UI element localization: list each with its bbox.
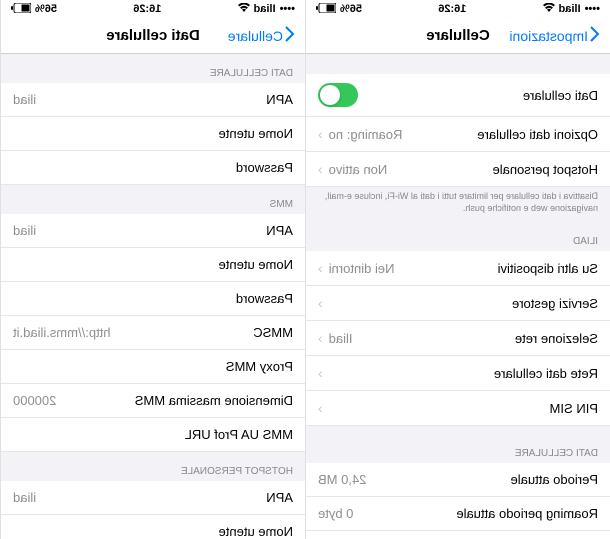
row-label: Periodo attuale <box>511 472 598 487</box>
section-header-dati: DATI CELLULARE <box>306 426 610 463</box>
row-roaming-periodo: Roaming periodo attuale 0 byte <box>306 497 610 531</box>
clock: 16:26 <box>133 3 161 15</box>
row-value: Roaming: no <box>329 127 403 142</box>
section-header-mms: MMS <box>1 185 305 214</box>
chevron-right-icon: › <box>318 126 323 142</box>
chevron-left-icon <box>285 26 295 45</box>
row-label: Hotspot personale <box>492 162 598 177</box>
nav-bar: Impostazioni Cellulare <box>306 18 610 54</box>
chevron-right-icon: › <box>318 295 323 311</box>
row-label: Dati cellulare <box>523 88 598 103</box>
row-mms-ua[interactable]: MMS UA Prof URL <box>1 418 305 452</box>
chevron-right-icon: › <box>318 161 323 177</box>
row-value: Iliad <box>329 331 353 346</box>
signal-icon: •••• <box>280 3 295 15</box>
row-label: MMS UA Prof URL <box>185 427 293 442</box>
chevron-right-icon: › <box>318 260 323 276</box>
carrier-label: Iliad <box>559 3 581 15</box>
row-label: Nome utente <box>219 524 293 539</box>
row-selezione-rete[interactable]: Selezione rete Iliad › <box>306 321 610 356</box>
nav-bar: Cellulare Dati cellulare <box>1 18 305 54</box>
back-button[interactable]: Cellulare <box>228 26 295 45</box>
row-value: iliad <box>13 223 36 238</box>
battery-icon <box>11 3 31 16</box>
page-title: Dati cellulare <box>106 27 199 44</box>
row-value: 0 byte <box>318 506 353 521</box>
section-note: Disattiva i dati cellulare per limitare … <box>306 187 610 222</box>
row-value: Non attivo <box>329 162 388 177</box>
row-label: APN <box>266 223 293 238</box>
battery-percent: 56% <box>340 3 362 15</box>
row-value: 24,0 MB <box>318 472 366 487</box>
row-su-altri[interactable]: Su altri dispositivi Nei dintorni › <box>306 251 610 286</box>
section-header-hotspot: HOTSPOT PERSONALE <box>1 452 305 481</box>
row-password[interactable]: Password <box>1 151 305 185</box>
row-value: Nei dintorni <box>329 261 395 276</box>
chevron-left-icon <box>590 26 600 45</box>
row-label: Password <box>236 160 293 175</box>
row-pin-sim[interactable]: PIN SIM › <box>306 391 610 426</box>
toggle-switch[interactable] <box>318 83 358 107</box>
page-title: Cellulare <box>426 27 489 44</box>
row-label: Servizi gestore <box>512 296 598 311</box>
clock: 16:26 <box>438 3 466 15</box>
back-button[interactable]: Impostazioni <box>509 26 600 45</box>
row-label: MMSC <box>253 325 293 340</box>
row-value: http://mms.iliad.it <box>13 325 111 340</box>
row-servizi-gestore[interactable]: Servizi gestore › <box>306 286 610 321</box>
section-header-iliad: ILIAD <box>306 222 610 251</box>
chevron-right-icon: › <box>318 365 323 381</box>
battery-icon <box>316 3 336 16</box>
screen-cellulare: •••• Iliad 16:26 56% Impostazioni Cellul… <box>305 0 610 539</box>
row-value: iliad <box>13 92 36 107</box>
row-value: 200000 <box>13 393 56 408</box>
screen-dati-cellulare: •••• Iliad 16:26 56% Cellulare Dati cell… <box>0 0 305 539</box>
back-label: Cellulare <box>228 28 283 44</box>
row-nome-utente-hotspot[interactable]: Nome utente <box>1 515 305 539</box>
carrier-label: Iliad <box>254 3 276 15</box>
content-area: DATI CELLULARE APN iliad Nome utente Pas… <box>1 54 305 539</box>
row-label: Rete dati cellulare <box>494 366 598 381</box>
status-bar: •••• Iliad 16:26 56% <box>1 0 305 18</box>
row-nome-utente[interactable]: Nome utente <box>1 117 305 151</box>
row-label: Password <box>236 291 293 306</box>
row-label: Opzioni dati cellulare <box>477 127 598 142</box>
content-area: Dati cellulare Opzioni dati cellulare Ro… <box>306 54 610 539</box>
wifi-icon <box>238 3 250 15</box>
row-password-mms[interactable]: Password <box>1 282 305 316</box>
row-opzioni-dati[interactable]: Opzioni dati cellulare Roaming: no › <box>306 117 610 152</box>
row-nome-utente-mms[interactable]: Nome utente <box>1 248 305 282</box>
row-label: Nome utente <box>219 126 293 141</box>
row-mmsc[interactable]: MMSC http://mms.iliad.it <box>1 316 305 350</box>
row-dim-max-mms[interactable]: Dimensione massima MMS 200000 <box>1 384 305 418</box>
row-apn-hotspot[interactable]: APN iliad <box>1 481 305 515</box>
row-servizi-sistema[interactable]: Servizi di sistema 16,5 MB› <box>306 531 610 539</box>
row-hotspot[interactable]: Hotspot personale Non attivo › <box>306 152 610 187</box>
row-dati-cellulare[interactable]: Dati cellulare <box>306 74 610 117</box>
wifi-icon <box>543 3 555 15</box>
section-header-dati-cellulare: DATI CELLULARE <box>1 54 305 83</box>
status-bar: •••• Iliad 16:26 56% <box>306 0 610 18</box>
row-label: PIN SIM <box>550 401 598 416</box>
row-label: APN <box>266 92 293 107</box>
row-label: APN <box>266 490 293 505</box>
row-label: Proxy MMS <box>226 359 293 374</box>
row-label: Selezione rete <box>515 331 598 346</box>
chevron-right-icon: › <box>318 400 323 416</box>
row-proxy-mms[interactable]: Proxy MMS <box>1 350 305 384</box>
row-value: iliad <box>13 490 36 505</box>
back-label: Impostazioni <box>509 28 588 44</box>
row-label: Nome utente <box>219 257 293 272</box>
row-rete-dati[interactable]: Rete dati cellulare › <box>306 356 610 391</box>
row-label: Roaming periodo attuale <box>456 506 598 521</box>
row-label: Dimensione massima MMS <box>135 393 293 408</box>
row-label: Su altri dispositivi <box>498 261 598 276</box>
battery-percent: 56% <box>35 3 57 15</box>
row-apn-mms[interactable]: APN iliad <box>1 214 305 248</box>
row-periodo: Periodo attuale 24,0 MB <box>306 463 610 497</box>
chevron-right-icon: › <box>318 330 323 346</box>
row-apn[interactable]: APN iliad <box>1 83 305 117</box>
signal-icon: •••• <box>585 3 600 15</box>
